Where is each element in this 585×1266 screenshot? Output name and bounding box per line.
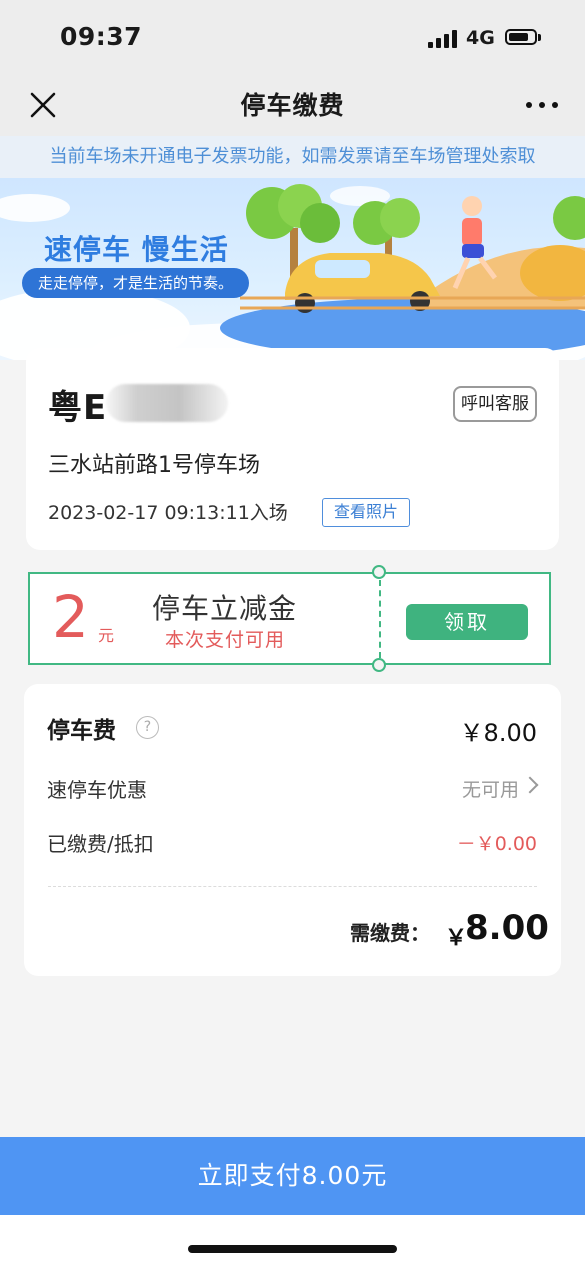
fee-divider — [48, 886, 537, 887]
battery-icon — [505, 29, 537, 45]
signal-icon — [428, 30, 458, 48]
promo-banner[interactable]: 速停车 慢生活 走走停停，才是生活的节奏。 — [0, 178, 585, 360]
call-service-button[interactable]: 呼叫客服 — [453, 386, 537, 422]
coupon-notch-bottom — [372, 658, 386, 672]
entry-time: 2023-02-17 09:13:11入场 — [48, 502, 288, 524]
banner-subtitle: 走走停停，才是生活的节奏。 — [22, 268, 250, 298]
discount-label: 速停车优惠 — [47, 778, 147, 802]
view-photo-button[interactable]: 查看照片 — [322, 498, 410, 527]
battery-cap — [538, 34, 541, 41]
coupon-notch-top — [372, 565, 386, 579]
coupon-subtitle: 本次支付可用 — [165, 629, 286, 651]
parking-fee-amount: ￥8.00 — [459, 719, 537, 747]
discount-value[interactable]: 无可用 — [462, 775, 519, 802]
pay-now-button[interactable]: 立即支付8.00元 — [0, 1137, 585, 1215]
bottom-safe-area — [0, 1215, 585, 1266]
home-indicator[interactable] — [188, 1245, 397, 1253]
status-time: 09:37 — [60, 22, 143, 51]
coupon-divider — [379, 580, 381, 658]
banner-slogan: 速停车 慢生活 — [44, 233, 229, 266]
plate-redaction — [106, 384, 228, 422]
question-circle-icon[interactable]: ? — [136, 716, 159, 739]
amount-due-label: 需缴费： — [350, 921, 430, 945]
invoice-notice: 当前车场未开通电子发票功能，如需发票请至车场管理处索取 — [0, 136, 585, 178]
paid-value: －￥0.00 — [456, 833, 537, 855]
more-dots-icon — [526, 102, 532, 108]
parking-fee-label: 停车费 — [47, 718, 116, 744]
plate-number: 粤E — [48, 388, 108, 428]
coupon-unit: 元 — [98, 626, 115, 645]
parking-lot-name: 三水站前路1号停车场 — [48, 453, 260, 478]
amount-due-value: 8.00 — [465, 908, 549, 948]
more-button[interactable] — [522, 90, 562, 120]
network-type: 4G — [466, 27, 495, 49]
claim-coupon-button[interactable]: 领取 — [406, 604, 528, 640]
page-title: 停车缴费 — [240, 91, 345, 120]
amount-due-currency: ￥ — [445, 926, 468, 951]
coupon-amount: 2 — [52, 583, 89, 651]
coupon-title: 停车立减金 — [152, 592, 298, 625]
paid-label: 已缴费/抵扣 — [47, 832, 154, 856]
